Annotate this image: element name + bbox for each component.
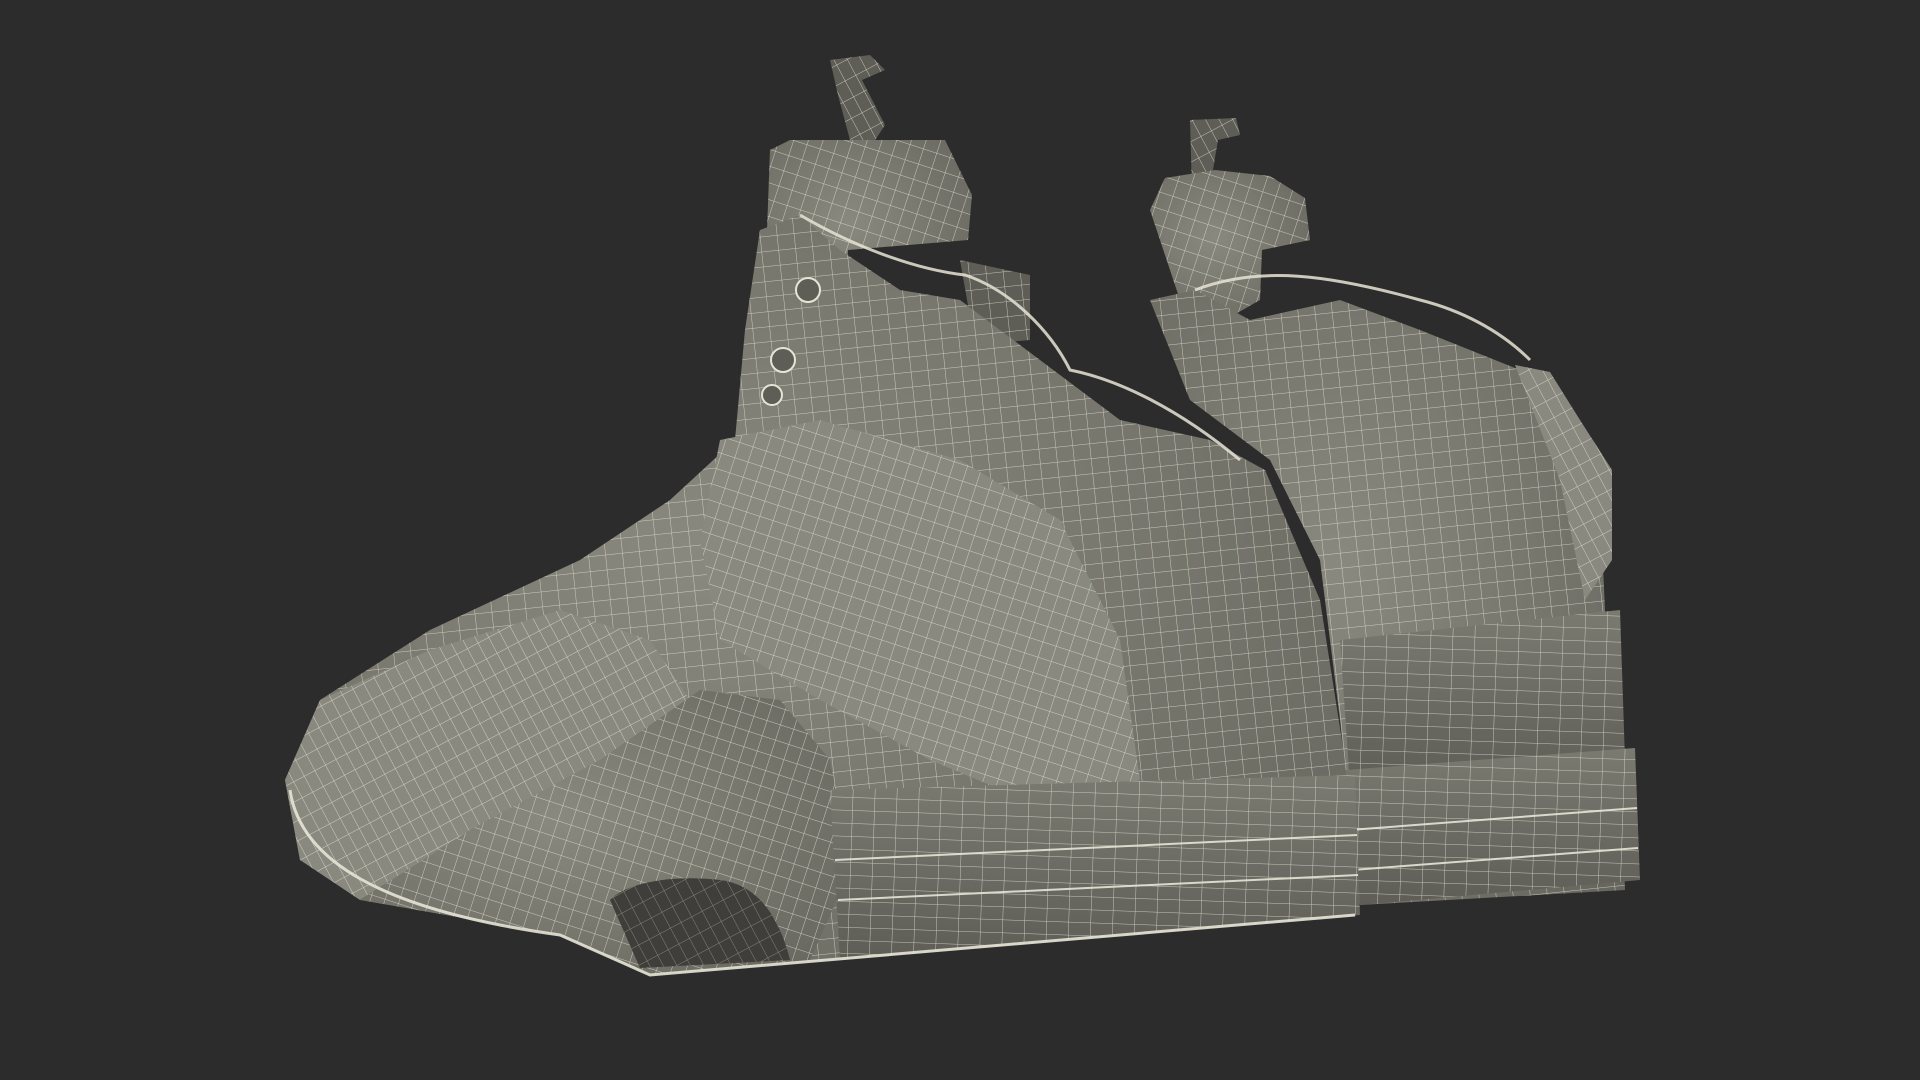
eyelet-2 bbox=[770, 347, 796, 373]
sneaker-render bbox=[0, 0, 1920, 1080]
eyelet-3 bbox=[761, 384, 783, 406]
render-viewport bbox=[0, 0, 1920, 1080]
eyelet-1 bbox=[795, 277, 821, 303]
